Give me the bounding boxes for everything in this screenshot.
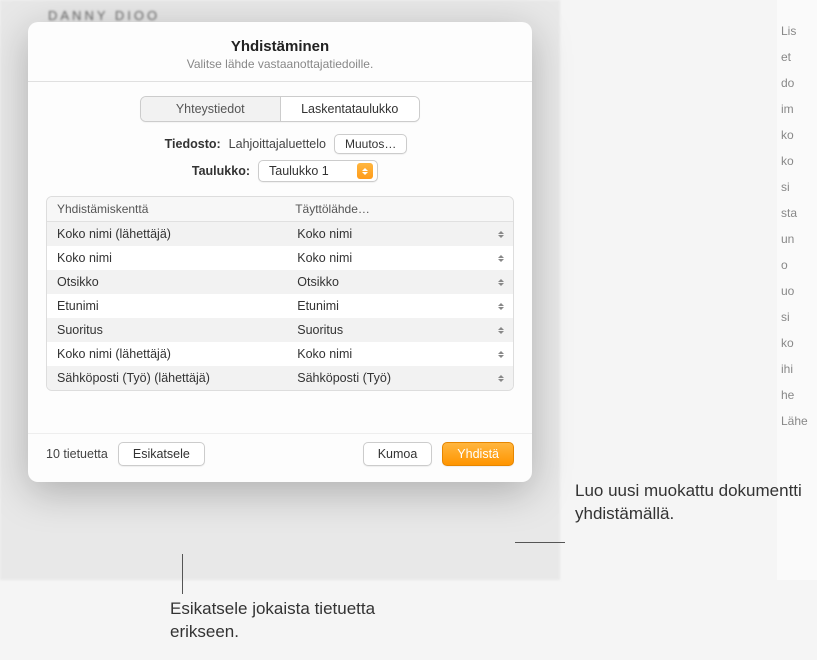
source-segmented-control[interactable]: Yhteystiedot Laskentataulukko	[140, 96, 420, 122]
source-cell[interactable]: Koko nimi	[287, 223, 513, 245]
source-cell-value: Otsikko	[297, 275, 339, 289]
segmented-spreadsheet[interactable]: Laskentataulukko	[280, 97, 420, 121]
file-value: Lahjoittajaluettelo	[229, 137, 326, 151]
bg-partial-title: DANNY DIOO	[48, 8, 160, 23]
updown-icon	[495, 279, 507, 286]
table-header: Yhdistämiskenttä Täyttölähde…	[47, 197, 513, 222]
callout-merge: Luo uusi muokattu dokumentti yhdistämäll…	[575, 480, 805, 526]
callout-line-preview-v	[182, 554, 183, 594]
file-row: Tiedosto: Lahjoittajaluettelo Muutos…	[28, 134, 532, 154]
table-row[interactable]: Suoritus Suoritus	[47, 318, 513, 342]
table-body: Koko nimi (lähettäjä)Koko nimiKoko nimiK…	[47, 222, 513, 390]
bg-text-fragment: o	[777, 252, 817, 278]
updown-icon	[495, 303, 507, 310]
updown-icon	[495, 351, 507, 358]
bg-text-fragment: ko	[777, 148, 817, 174]
source-cell[interactable]: Sähköposti (Työ)	[287, 367, 513, 389]
merge-field-cell: Koko nimi (lähettäjä)	[47, 222, 287, 246]
updown-icon	[495, 231, 507, 238]
source-cell-value: Etunimi	[297, 299, 339, 313]
bg-text-fragment: Lis	[777, 18, 817, 44]
col-merge-field: Yhdistämiskenttä	[47, 197, 285, 221]
file-label: Tiedosto:	[153, 137, 221, 151]
merge-field-cell: Sähköposti (Työ) (lähettäjä)	[47, 366, 287, 390]
dialog-title: Yhdistäminen	[28, 38, 532, 55]
merge-field-cell: Suoritus	[47, 318, 287, 342]
bg-text-fragment: et	[777, 44, 817, 70]
source-cell[interactable]: Koko nimi	[287, 247, 513, 269]
source-cell[interactable]: Koko nimi	[287, 343, 513, 365]
updown-icon	[495, 375, 507, 382]
merge-dialog: Yhdistäminen Valitse lähde vastaanottaja…	[28, 22, 532, 482]
merge-field-cell: Koko nimi (lähettäjä)	[47, 342, 287, 366]
preview-button[interactable]: Esikatsele	[118, 442, 205, 466]
bg-text-fragment: do	[777, 70, 817, 96]
dropdown-stepper-icon	[357, 163, 373, 179]
bg-text-fragment: he	[777, 382, 817, 408]
source-cell-value: Koko nimi	[297, 227, 352, 241]
source-cell-value: Koko nimi	[297, 251, 352, 265]
table-row[interactable]: Koko nimi (lähettäjä) Koko nimi	[47, 342, 513, 366]
table-row[interactable]: Koko nimi (lähettäjä) Koko nimi	[47, 222, 513, 246]
source-cell-value: Koko nimi	[297, 347, 352, 361]
segmented-contacts[interactable]: Yhteystiedot	[141, 97, 280, 121]
bg-text-fragment: sta	[777, 200, 817, 226]
merge-field-cell: Koko nimi	[47, 246, 287, 270]
change-file-button[interactable]: Muutos…	[334, 134, 407, 154]
col-source: Täyttölähde…	[285, 197, 513, 221]
dialog-footer: 10 tietuetta Esikatsele Kumoa Yhdistä	[28, 434, 532, 466]
bg-text-fragment: uo	[777, 278, 817, 304]
bg-text-fragment: ko	[777, 330, 817, 356]
bg-text-fragment: ihi	[777, 356, 817, 382]
bg-text-fragment: im	[777, 96, 817, 122]
updown-icon	[495, 255, 507, 262]
source-cell[interactable]: Etunimi	[287, 295, 513, 317]
table-row[interactable]: Otsikko Otsikko	[47, 270, 513, 294]
table-row[interactable]: Koko nimi Koko nimi	[47, 246, 513, 270]
merge-field-cell: Otsikko	[47, 270, 287, 294]
table-row[interactable]: Etunimi Etunimi	[47, 294, 513, 318]
field-mapping-table: Yhdistämiskenttä Täyttölähde… Koko nimi …	[46, 196, 514, 391]
merge-button[interactable]: Yhdistä	[442, 442, 514, 466]
bg-text-fragment: ko	[777, 122, 817, 148]
callout-line-merge	[515, 542, 565, 543]
source-cell[interactable]: Otsikko	[287, 271, 513, 293]
source-cell-value: Suoritus	[297, 323, 343, 337]
merge-field-cell: Etunimi	[47, 294, 287, 318]
dialog-header: Yhdistäminen Valitse lähde vastaanottaja…	[28, 22, 532, 82]
source-cell-value: Sähköposti (Työ)	[297, 371, 391, 385]
table-row[interactable]: Sähköposti (Työ) (lähettäjä) Sähköposti (…	[47, 366, 513, 390]
table-label: Taulukko:	[182, 164, 250, 178]
table-select-value: Taulukko 1	[269, 164, 329, 178]
bg-text-fragment: si	[777, 174, 817, 200]
callout-preview: Esikatsele jokaista tietuetta erikseen.	[170, 598, 430, 644]
source-cell[interactable]: Suoritus	[287, 319, 513, 341]
bg-text-fragment: si	[777, 304, 817, 330]
cancel-button[interactable]: Kumoa	[363, 442, 433, 466]
bg-text-fragment: un	[777, 226, 817, 252]
table-select[interactable]: Taulukko 1	[258, 160, 378, 182]
bg-text-fragment: Lähe	[777, 408, 817, 434]
updown-icon	[495, 327, 507, 334]
dialog-subtitle: Valitse lähde vastaanottajatiedoille.	[28, 57, 532, 71]
table-select-row: Taulukko: Taulukko 1	[28, 160, 532, 182]
record-count: 10 tietuetta	[46, 447, 108, 461]
